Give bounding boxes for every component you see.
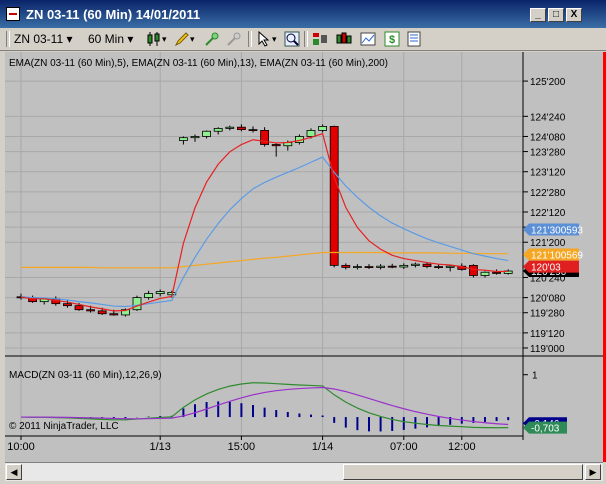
price-tag-label: 121'100569 bbox=[531, 251, 583, 262]
cursor-icon[interactable] bbox=[256, 31, 272, 47]
y-tick-label: 119'000 bbox=[530, 344, 565, 355]
y-tick-label: 122'120 bbox=[530, 208, 566, 219]
x-tick-label: 1/14 bbox=[312, 441, 333, 453]
candlestick-dropdown-icon[interactable]: ▾ bbox=[162, 31, 167, 47]
candlestick-style-icon[interactable] bbox=[146, 31, 162, 47]
scroll-right-icon[interactable]: ▶ bbox=[585, 464, 601, 480]
x-tick-label: 1/13 bbox=[149, 441, 170, 453]
candle-body bbox=[74, 305, 84, 311]
minimize-button[interactable]: _ bbox=[530, 8, 546, 22]
instrument-label: ZN 03-11 bbox=[14, 32, 64, 46]
candle-body bbox=[190, 136, 200, 139]
chart-background bbox=[5, 52, 603, 462]
chart-svg[interactable]: 125'200 124'240 124'080 123'280 123'120 122'2… bbox=[5, 52, 603, 462]
candle-body bbox=[86, 309, 95, 312]
toolbar-separator bbox=[304, 31, 308, 47]
zoom-icon[interactable] bbox=[284, 31, 300, 47]
app-icon bbox=[6, 7, 20, 21]
candle-body bbox=[376, 265, 386, 268]
candle-body bbox=[225, 126, 235, 129]
instrument-dropdown-icon: ▾ bbox=[66, 32, 73, 46]
y-tick-label: 119'120 bbox=[530, 329, 565, 340]
interval-label: 60 Min bbox=[88, 32, 125, 46]
instrument-selector[interactable]: ZN 03-11 ▾ bbox=[14, 31, 73, 47]
y-tick-label: 124'240 bbox=[530, 112, 566, 123]
chart-area[interactable]: 125'200 124'240 124'080 123'280 123'120 122'2… bbox=[5, 52, 603, 462]
crosshair-plus-icon[interactable] bbox=[204, 31, 220, 47]
candle-body bbox=[213, 128, 223, 132]
pencil-icon[interactable] bbox=[174, 31, 190, 47]
candle-body bbox=[236, 126, 246, 131]
candle-body bbox=[306, 130, 316, 137]
close-button[interactable]: X bbox=[566, 8, 582, 22]
candle-body bbox=[445, 265, 455, 268]
candle-body bbox=[318, 126, 328, 131]
candle-body bbox=[97, 310, 107, 315]
candle-body bbox=[155, 291, 165, 294]
y-tick-label: 120'080 bbox=[530, 294, 566, 305]
window-titlebar: ZN 03-11 (60 Min) 14/01/2011 _ □ X bbox=[0, 0, 606, 28]
chart-toolbar: ZN 03-11 ▾ 60 Min ▾ ▾ ▾ ▾ $ bbox=[0, 28, 606, 51]
properties-icon[interactable] bbox=[406, 31, 422, 47]
copyright-label: © 2011 NinjaTrader, LLC bbox=[9, 421, 119, 432]
candle-body bbox=[341, 264, 351, 268]
x-tick-label: 10:00 bbox=[7, 441, 35, 453]
y-tick-label: 119'280 bbox=[530, 309, 565, 320]
dollar-icon[interactable]: $ bbox=[384, 31, 400, 47]
y-tick-label: 125'200 bbox=[530, 77, 566, 88]
candle-body bbox=[109, 313, 119, 316]
interval-dropdown-icon: ▾ bbox=[127, 32, 134, 46]
candle-body bbox=[178, 137, 188, 141]
scroll-thumb[interactable] bbox=[343, 464, 583, 480]
candle-body bbox=[63, 303, 72, 307]
candle-body bbox=[202, 130, 212, 137]
pencil-dropdown-icon[interactable]: ▾ bbox=[190, 31, 195, 47]
candle-body bbox=[364, 266, 374, 268]
toolbar-grip bbox=[6, 31, 10, 47]
interval-selector[interactable]: 60 Min ▾ bbox=[88, 31, 133, 47]
price-tag-label: 121'300593 bbox=[531, 226, 583, 237]
y-tick-label: 124'080 bbox=[530, 132, 566, 143]
y-tick-label: 123'120 bbox=[530, 168, 566, 179]
y-tick-label: 121'200 bbox=[530, 238, 566, 249]
candle-body bbox=[271, 144, 281, 147]
candle-body bbox=[480, 271, 490, 276]
x-tick-label: 07:00 bbox=[390, 441, 418, 453]
price-tag-label: 120'03 bbox=[531, 263, 561, 274]
cursor-dropdown-icon[interactable]: ▾ bbox=[272, 31, 277, 47]
toolbar-separator bbox=[248, 31, 252, 47]
candle-body bbox=[410, 263, 420, 266]
window-title: ZN 03-11 (60 Min) 14/01/2011 bbox=[26, 7, 201, 22]
macd-tag-label: -0,703 bbox=[531, 424, 560, 435]
strategies-icon[interactable] bbox=[336, 31, 352, 47]
candle-body bbox=[422, 263, 432, 267]
candle-body bbox=[492, 271, 502, 274]
indicators-icon[interactable] bbox=[312, 31, 328, 47]
macd-panel-label: MACD(ZN 03-11 (60 Min),12,26,9) bbox=[9, 370, 162, 381]
candle-body bbox=[248, 129, 258, 132]
candle-body bbox=[434, 266, 444, 268]
candle-body bbox=[468, 264, 478, 276]
candle-body bbox=[399, 264, 409, 268]
scroll-left-icon[interactable]: ◀ bbox=[6, 464, 22, 480]
data-box-icon[interactable] bbox=[360, 31, 376, 47]
svg-text:$: $ bbox=[389, 34, 395, 46]
macd-y-tick-label: 1 bbox=[532, 371, 538, 382]
y-tick-label: 122'280 bbox=[530, 188, 566, 199]
candle-body bbox=[132, 297, 142, 311]
y-tick-label: 123'280 bbox=[530, 148, 566, 159]
candle-body bbox=[387, 265, 397, 268]
candle-body bbox=[329, 126, 339, 266]
maximize-button[interactable]: □ bbox=[548, 8, 564, 22]
x-tick-label: 15:00 bbox=[228, 441, 256, 453]
horizontal-scrollbar[interactable]: ◀ ▶ bbox=[5, 462, 603, 481]
candle-body bbox=[260, 130, 270, 145]
candle-body bbox=[144, 293, 154, 299]
candle-body bbox=[352, 266, 362, 268]
price-panel-label: EMA(ZN 03-11 (60 Min),5), EMA(ZN 03-11 (… bbox=[9, 58, 388, 69]
x-tick-label: 12:00 bbox=[448, 441, 476, 453]
crosshair-minus-icon[interactable] bbox=[226, 31, 242, 47]
